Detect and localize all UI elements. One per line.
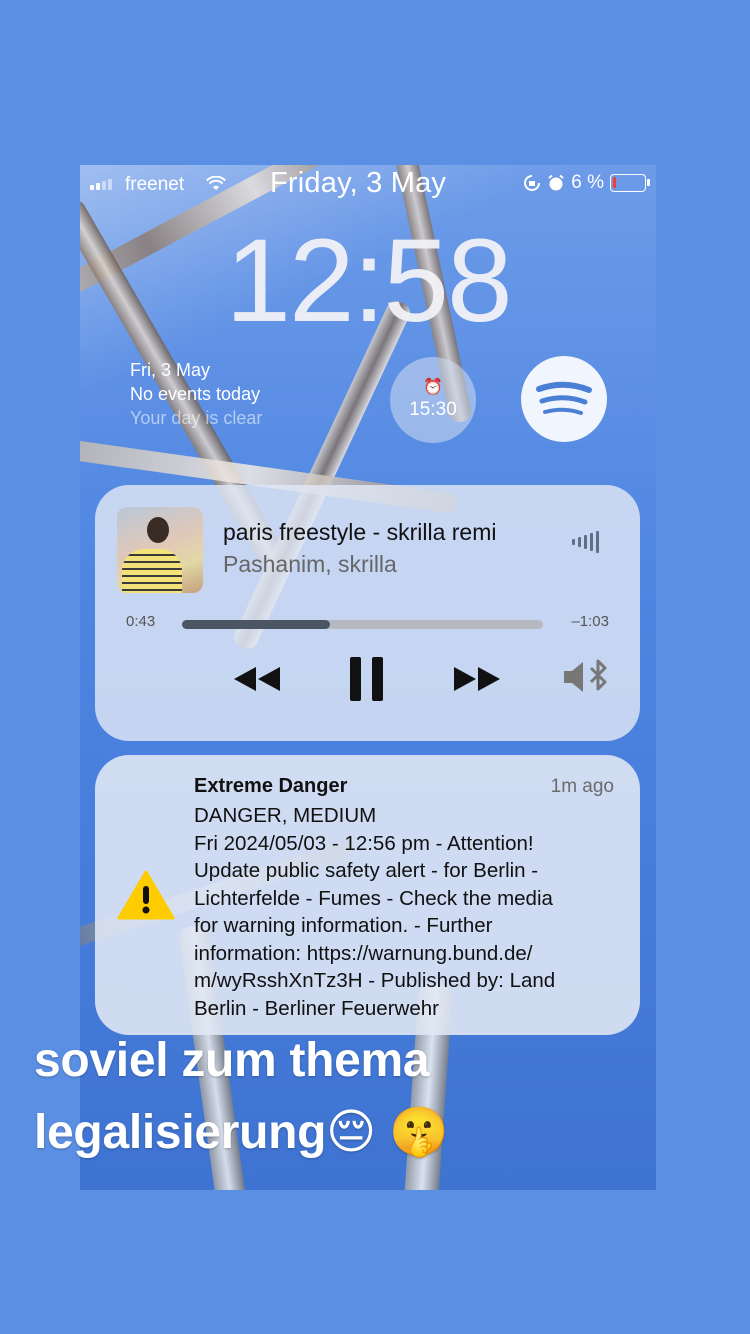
progress-scrubber[interactable] [182,620,543,629]
alarm-clock-icon: ⏰ [423,379,443,396]
carrier-label: freenet [125,174,185,195]
emergency-alert-notification[interactable]: Extreme Danger 1m ago DANGER, MEDIUM Fri… [95,755,640,1035]
lock-clock: 12:58 [225,215,512,347]
signal-icon [90,179,112,190]
status-date: Friday, 3 May [270,167,447,199]
track-title: paris freestyle - skrilla remi [223,519,497,545]
progress-fill [182,620,330,629]
notification-title: Extreme Danger [194,775,348,797]
rotation-lock-icon [524,175,541,191]
spotify-icon [536,381,592,415]
notification-time: 1m ago [550,776,614,797]
notification-body: DANGER, MEDIUM Fri 2024/05/03 - 12:56 pm… [194,804,556,1020]
spotify-widget[interactable] [521,356,607,442]
bluetooth-speaker-icon[interactable] [561,657,613,697]
fast-forward-icon[interactable] [451,663,503,695]
status-right: 6 % [523,172,650,194]
remaining-time: –1:03 [571,613,609,630]
battery-percent: 6 % [571,172,604,193]
elapsed-time: 0:43 [126,613,156,630]
wifi-icon [206,176,226,190]
story-caption: soviel zum thema legalisierung😔 🤫 [34,1025,449,1169]
calendar-line1: No events today [130,384,261,404]
audio-waveform-icon [572,531,599,553]
alarm-icon [548,174,564,191]
calendar-date: Fri, 3 May [130,360,211,380]
battery-icon [610,174,650,192]
pause-icon[interactable] [348,655,386,703]
status-bar: freenet Friday, 3 May 6 % [80,165,656,205]
alarm-widget[interactable]: ⏰ 15:30 [390,357,476,443]
calendar-widget[interactable]: Fri, 3 May No events today Your day is c… [130,358,262,430]
caption-line2: legalisierung😔 🤫 [34,1106,449,1159]
rewind-icon[interactable] [231,663,283,695]
album-art[interactable] [117,507,203,593]
calendar-line2: Your day is clear [130,408,263,428]
warning-icon [117,870,175,920]
alarm-time: 15:30 [409,399,457,420]
now-playing-widget[interactable]: paris freestyle - skrilla remi Pashanim,… [95,485,640,741]
caption-line1: soviel zum thema [34,1034,430,1087]
track-artist: Pashanim, skrilla [223,551,397,577]
